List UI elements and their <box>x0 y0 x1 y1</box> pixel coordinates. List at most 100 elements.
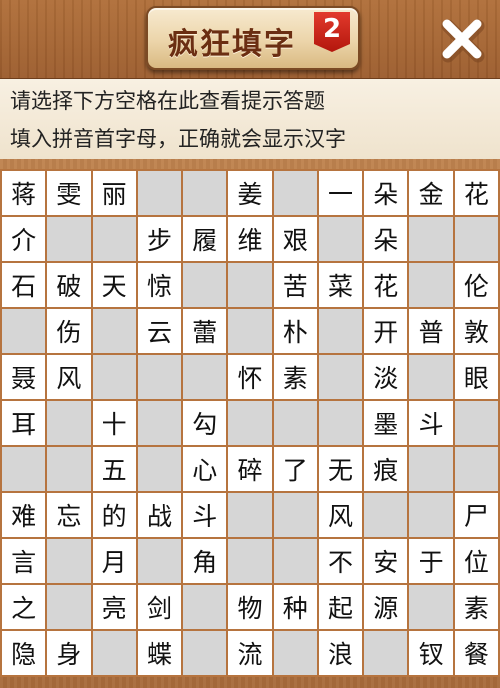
grid-cell-filled[interactable]: 角 <box>183 539 227 583</box>
grid-cell-filled[interactable]: 石 <box>2 263 46 307</box>
grid-cell-filled[interactable]: 月 <box>92 539 136 583</box>
grid-cell-empty[interactable] <box>273 631 317 675</box>
grid-cell-empty[interactable] <box>454 401 498 445</box>
grid-cell-filled[interactable]: 安 <box>364 539 408 583</box>
grid-cell-filled[interactable]: 墨 <box>364 401 408 445</box>
grid-cell-empty[interactable] <box>364 631 408 675</box>
grid-cell-empty[interactable] <box>183 631 227 675</box>
grid-cell-empty[interactable] <box>137 171 182 215</box>
grid-cell-filled[interactable]: 斗 <box>183 493 227 537</box>
grid-cell-filled[interactable]: 身 <box>47 631 91 675</box>
grid-cell-empty[interactable] <box>273 493 317 537</box>
grid-cell-filled[interactable]: 云 <box>137 309 182 353</box>
grid-cell-empty[interactable] <box>47 585 91 629</box>
grid-cell-empty[interactable] <box>409 447 453 491</box>
grid-cell-filled[interactable]: 朵 <box>364 217 408 261</box>
grid-cell-filled[interactable]: 苦 <box>273 263 317 307</box>
grid-cell-filled[interactable]: 蕾 <box>183 309 227 353</box>
grid-cell-filled[interactable]: 淡 <box>364 355 408 399</box>
grid-cell-filled[interactable]: 钗 <box>409 631 453 675</box>
grid-cell-filled[interactable]: 的 <box>92 493 136 537</box>
grid-cell-empty[interactable] <box>2 447 46 491</box>
grid-cell-empty[interactable] <box>409 217 453 261</box>
grid-cell-filled[interactable]: 蒋 <box>2 171 46 215</box>
grid-cell-empty[interactable] <box>2 309 46 353</box>
grid-cell-empty[interactable] <box>228 263 272 307</box>
close-icon[interactable] <box>437 14 489 66</box>
grid-cell-filled[interactable]: 心 <box>183 447 227 491</box>
grid-cell-filled[interactable]: 伤 <box>47 309 91 353</box>
grid-cell-filled[interactable]: 朵 <box>364 171 408 215</box>
grid-cell-empty[interactable] <box>137 539 182 583</box>
grid-cell-filled[interactable]: 金 <box>409 171 453 215</box>
grid-cell-empty[interactable] <box>92 355 136 399</box>
grid-cell-filled[interactable]: 介 <box>2 217 46 261</box>
grid-cell-filled[interactable]: 无 <box>318 447 363 491</box>
grid-cell-filled[interactable]: 于 <box>409 539 453 583</box>
grid-cell-empty[interactable] <box>454 217 498 261</box>
grid-cell-filled[interactable]: 一 <box>318 171 363 215</box>
grid-cell-filled[interactable]: 言 <box>2 539 46 583</box>
grid-cell-empty[interactable] <box>364 493 408 537</box>
grid-cell-filled[interactable]: 勾 <box>183 401 227 445</box>
grid-cell-filled[interactable]: 碎 <box>228 447 272 491</box>
grid-cell-filled[interactable]: 眼 <box>454 355 498 399</box>
grid-cell-empty[interactable] <box>454 447 498 491</box>
grid-cell-filled[interactable]: 雯 <box>47 171 91 215</box>
grid-cell-filled[interactable]: 伦 <box>454 263 498 307</box>
grid-cell-filled[interactable]: 风 <box>318 493 363 537</box>
grid-cell-empty[interactable] <box>409 355 453 399</box>
grid-cell-filled[interactable]: 聂 <box>2 355 46 399</box>
grid-cell-filled[interactable]: 起 <box>318 585 363 629</box>
grid-cell-empty[interactable] <box>273 401 317 445</box>
grid-cell-empty[interactable] <box>47 401 91 445</box>
grid-cell-filled[interactable]: 风 <box>47 355 91 399</box>
grid-cell-filled[interactable]: 蝶 <box>137 631 182 675</box>
grid-cell-filled[interactable]: 普 <box>409 309 453 353</box>
grid-cell-filled[interactable]: 怀 <box>228 355 272 399</box>
grid-cell-empty[interactable] <box>409 493 453 537</box>
grid-cell-filled[interactable]: 痕 <box>364 447 408 491</box>
grid-cell-filled[interactable]: 丽 <box>92 171 136 215</box>
grid-cell-filled[interactable]: 开 <box>364 309 408 353</box>
grid-cell-filled[interactable]: 菜 <box>318 263 363 307</box>
grid-cell-empty[interactable] <box>228 539 272 583</box>
grid-cell-empty[interactable] <box>137 401 182 445</box>
grid-cell-filled[interactable]: 破 <box>47 263 91 307</box>
grid-cell-filled[interactable]: 惊 <box>137 263 182 307</box>
grid-cell-filled[interactable]: 难 <box>2 493 46 537</box>
grid-cell-empty[interactable] <box>137 355 182 399</box>
grid-cell-empty[interactable] <box>318 355 363 399</box>
grid-cell-filled[interactable]: 源 <box>364 585 408 629</box>
grid-cell-filled[interactable]: 朴 <box>273 309 317 353</box>
grid-cell-filled[interactable]: 十 <box>92 401 136 445</box>
grid-cell-empty[interactable] <box>183 585 227 629</box>
grid-cell-filled[interactable]: 艰 <box>273 217 317 261</box>
grid-cell-filled[interactable]: 素 <box>273 355 317 399</box>
grid-cell-filled[interactable]: 浪 <box>318 631 363 675</box>
grid-cell-filled[interactable]: 不 <box>318 539 363 583</box>
grid-cell-empty[interactable] <box>183 263 227 307</box>
grid-cell-filled[interactable]: 位 <box>454 539 498 583</box>
grid-cell-empty[interactable] <box>92 217 136 261</box>
grid-cell-filled[interactable]: 亮 <box>92 585 136 629</box>
grid-cell-empty[interactable] <box>228 309 272 353</box>
grid-cell-filled[interactable]: 流 <box>228 631 272 675</box>
grid-cell-empty[interactable] <box>92 631 136 675</box>
grid-cell-filled[interactable]: 天 <box>92 263 136 307</box>
grid-cell-filled[interactable]: 步 <box>137 217 182 261</box>
grid-cell-empty[interactable] <box>92 309 136 353</box>
grid-cell-filled[interactable]: 之 <box>2 585 46 629</box>
grid-cell-filled[interactable]: 维 <box>228 217 272 261</box>
grid-cell-empty[interactable] <box>228 401 272 445</box>
grid-cell-filled[interactable]: 耳 <box>2 401 46 445</box>
grid-cell-empty[interactable] <box>137 447 182 491</box>
grid-cell-filled[interactable]: 素 <box>454 585 498 629</box>
grid-cell-empty[interactable] <box>273 171 317 215</box>
grid-cell-filled[interactable]: 姜 <box>228 171 272 215</box>
grid-cell-empty[interactable] <box>318 309 363 353</box>
grid-cell-empty[interactable] <box>228 493 272 537</box>
grid-cell-filled[interactable]: 敦 <box>454 309 498 353</box>
grid-cell-empty[interactable] <box>318 401 363 445</box>
grid-cell-empty[interactable] <box>409 585 453 629</box>
